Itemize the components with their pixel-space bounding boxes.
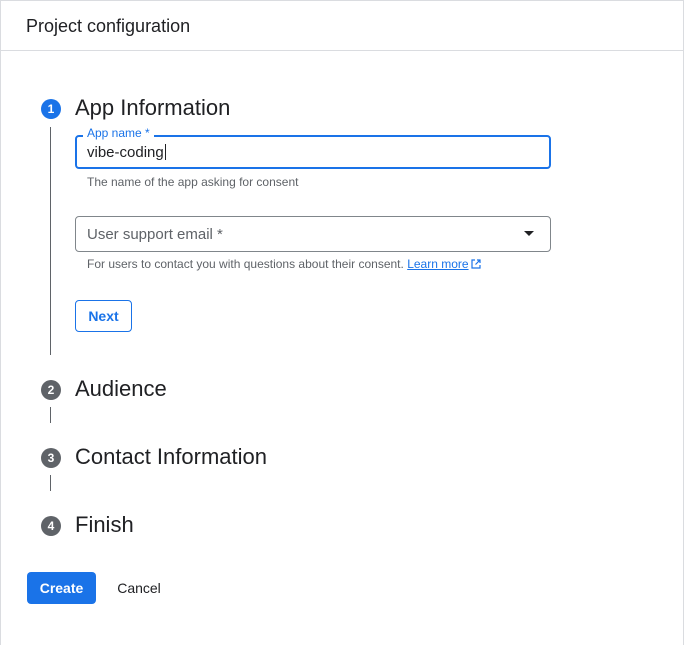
cancel-button[interactable]: Cancel: [104, 572, 174, 604]
arrow-drop-down-icon[interactable]: [524, 231, 534, 236]
step-4-title[interactable]: Finish: [75, 512, 134, 538]
step-3-connector: [50, 475, 51, 491]
text-caret: [164, 144, 166, 160]
user-support-email-placeholder: User support email *: [87, 226, 223, 243]
step-4-indicator: 4: [41, 516, 61, 536]
support-email-helper: For users to contact you with questions …: [87, 257, 481, 271]
create-button[interactable]: Create: [27, 572, 96, 604]
step-3-title[interactable]: Contact Information: [75, 444, 267, 470]
step-2-connector: [50, 407, 51, 423]
open-in-new-icon: [470, 259, 481, 269]
app-name-value: vibe-coding: [87, 144, 164, 161]
step-3-indicator: 3: [41, 448, 61, 468]
learn-more-link[interactable]: Learn more: [407, 257, 468, 271]
app-name-helper: The name of the app asking for consent: [87, 175, 299, 189]
step-1-title[interactable]: App Information: [75, 95, 230, 121]
step-2-indicator: 2: [41, 380, 61, 400]
step-1-connector: [50, 127, 51, 355]
support-email-helper-text: For users to contact you with questions …: [87, 257, 404, 271]
app-name-input[interactable]: vibe-coding: [87, 144, 166, 161]
step-1-indicator: 1: [41, 99, 61, 119]
step-2-title[interactable]: Audience: [75, 376, 167, 402]
project-configuration-panel: Project configuration 1 App Information …: [0, 0, 684, 645]
panel-header: Project configuration: [1, 1, 683, 51]
next-button[interactable]: Next: [75, 300, 132, 332]
app-name-label: App name *: [83, 126, 154, 140]
panel-title: Project configuration: [26, 16, 191, 36]
